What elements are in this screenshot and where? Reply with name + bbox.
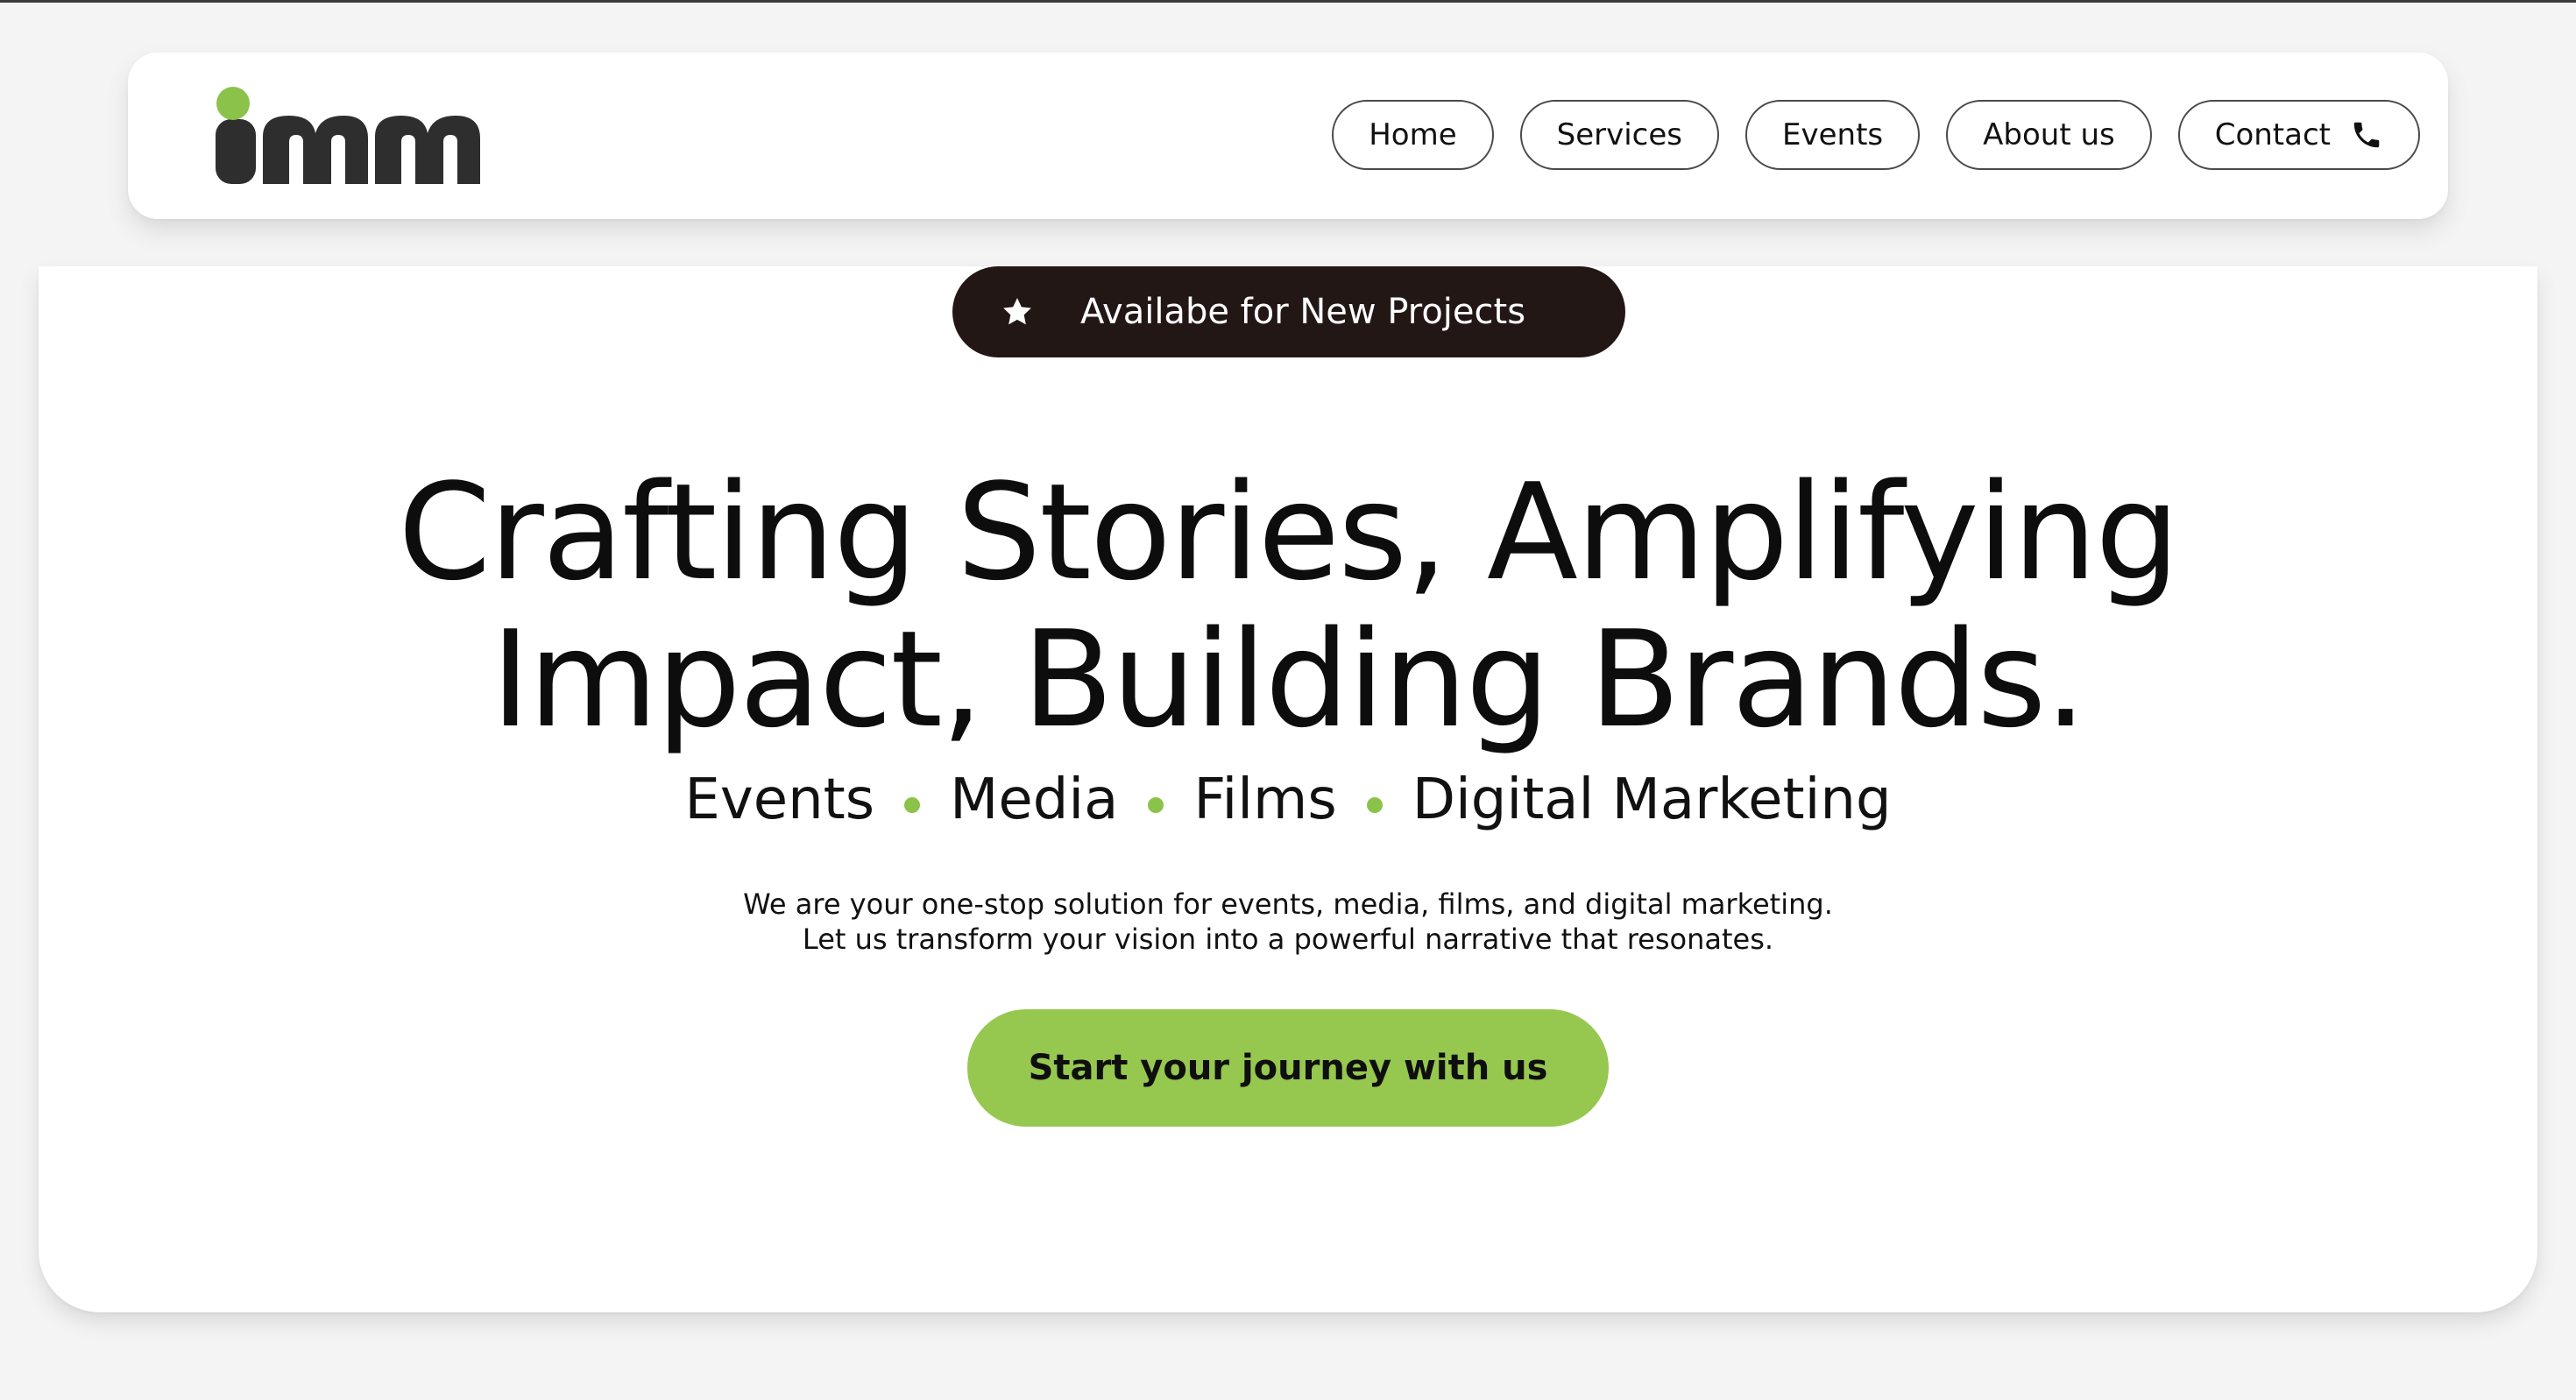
nav-services-label: Services	[1556, 117, 1682, 152]
nav-about-button[interactable]: About us	[1946, 100, 2152, 170]
service-digital-marketing: Digital Marketing	[1412, 767, 1892, 832]
brand-logo-icon	[216, 87, 480, 184]
description-line-2: Let us transform your vision into a powe…	[802, 923, 1774, 956]
separator-dot	[1366, 797, 1383, 813]
nav-home-label: Home	[1369, 117, 1457, 152]
availability-label: Availabe for New Projects	[1080, 292, 1526, 332]
service-films: Films	[1193, 767, 1337, 832]
availability-badge: Availabe for New Projects	[952, 266, 1625, 357]
nav-contact-label: Contact	[2214, 117, 2331, 152]
brand-logo[interactable]	[212, 84, 485, 187]
nav-home-button[interactable]: Home	[1332, 100, 1494, 170]
window-top-border	[0, 0, 2576, 3]
hero-description: We are your one-stop solution for events…	[39, 887, 2537, 957]
nav-contact-button[interactable]: Contact	[2177, 100, 2420, 170]
nav-events-label: Events	[1782, 117, 1884, 152]
separator-dot	[904, 797, 921, 813]
start-journey-label: Start your journey with us	[1028, 1048, 1548, 1088]
description-line-1: We are your one-stop solution for events…	[743, 887, 1833, 921]
main-nav: Home Services Events About us Contact	[1332, 100, 2420, 170]
nav-about-label: About us	[1983, 117, 2115, 152]
separator-dot	[1148, 797, 1164, 813]
nav-services-button[interactable]: Services	[1519, 100, 1719, 170]
navbar: Home Services Events About us Contact	[128, 53, 2448, 219]
phone-icon	[2350, 118, 2383, 152]
hero-section: Availabe for New Projects Crafting Stori…	[39, 266, 2537, 1312]
service-events: Events	[684, 767, 875, 832]
hero-headline: Crafting Stories, Amplifying Impact, Bui…	[39, 459, 2537, 753]
service-media: Media	[950, 767, 1119, 832]
nav-events-button[interactable]: Events	[1745, 100, 1921, 170]
services-list: Events Media Films Digital Marketing	[39, 767, 2537, 832]
headline-line-1: Crafting Stories, Amplifying	[398, 455, 2180, 610]
headline-line-2: Impact, Building Brands.	[491, 602, 2087, 757]
star-icon	[1000, 294, 1035, 329]
start-journey-button[interactable]: Start your journey with us	[967, 1009, 1609, 1127]
